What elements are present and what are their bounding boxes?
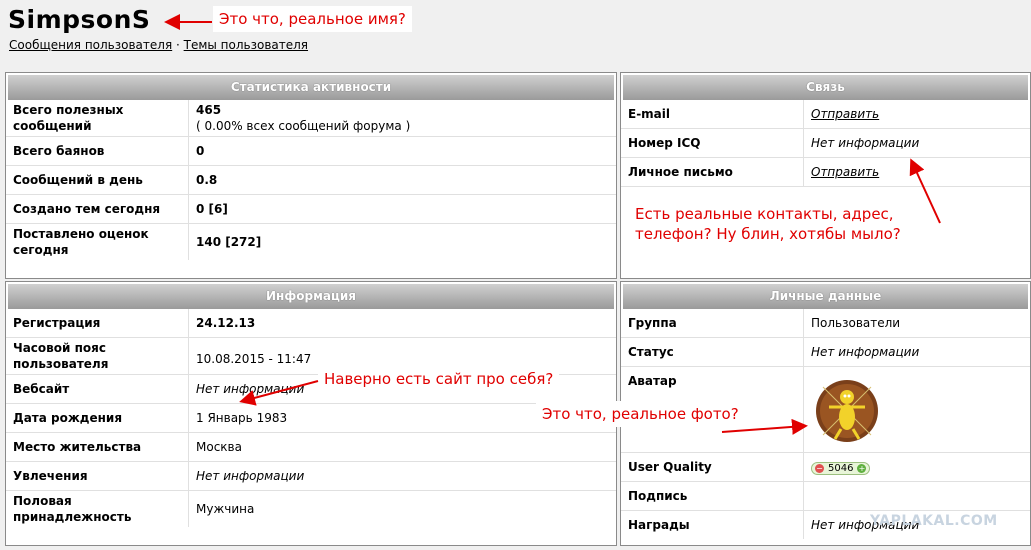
contact-label: Личное письмо (621, 157, 804, 187)
table-row: Подпись (621, 481, 1030, 511)
contact-label: E-mail (621, 100, 804, 129)
table-row: Дата рождения 1 Январь 1983 (6, 403, 616, 433)
table-row: Статус Нет информации (621, 337, 1030, 367)
username-title: SimpsonS (8, 5, 151, 34)
table-row: Номер ICQ Нет информации (621, 128, 1030, 158)
info-label: Дата рождения (6, 403, 189, 433)
personal-value: Нет информации (803, 337, 1030, 367)
table-row: Личное письмо Отправить (621, 157, 1030, 187)
personal-label: Награды (621, 510, 804, 539)
stats-label: Поставлено оценок сегодня (6, 223, 189, 260)
info-label: Половая принадлежность (6, 490, 189, 527)
personal-value: Пользователи (803, 309, 1030, 338)
stats-panel: Статистика активности Всего полезных соо… (5, 72, 617, 279)
table-row: Регистрация 24.12.13 (6, 309, 616, 338)
table-row: Поставлено оценок сегодня 140 [272] (6, 223, 616, 260)
annotation-contacts-text: Есть реальные контакты, адрес, телефон? … (635, 205, 901, 243)
icq-value: Нет информации (803, 128, 1030, 158)
stats-table: Всего полезных сообщений 465 ( 0.00% все… (6, 100, 616, 260)
personal-label: Статус (621, 337, 804, 367)
info-value: Москва (188, 432, 616, 462)
table-row: Группа Пользователи (621, 309, 1030, 338)
watermark: YAPLAKAL.COM (870, 513, 998, 529)
info-value: Мужчина (196, 502, 255, 516)
personal-label: Подпись (621, 481, 804, 511)
minus-icon[interactable]: − (815, 464, 824, 473)
contact-heading: Связь (623, 75, 1028, 100)
personal-label: User Quality (621, 452, 804, 482)
stats-label: Создано тем сегодня (6, 194, 189, 224)
email-send-link[interactable]: Отправить (811, 107, 879, 121)
user-quality-value: 5046 (828, 463, 854, 474)
table-row: E-mail Отправить (621, 100, 1030, 129)
info-heading: Информация (8, 284, 614, 309)
table-row: Всего баянов 0 (6, 136, 616, 166)
stats-heading: Статистика активности (8, 75, 614, 100)
user-topics-link[interactable]: Темы пользователя (184, 38, 308, 52)
pm-send-link[interactable]: Отправить (811, 165, 879, 179)
plus-icon[interactable]: + (857, 464, 867, 473)
contact-label: Номер ICQ (621, 128, 804, 158)
info-label: Часовой пояс пользователя (6, 337, 189, 375)
info-label: Увлечения (6, 461, 189, 491)
info-table: Регистрация 24.12.13 Часовой пояс пользов… (6, 309, 616, 527)
annotation-contacts: Есть реальные контакты, адрес, телефон? … (629, 201, 959, 247)
contact-table: E-mail Отправить Номер ICQ Нет информации … (621, 100, 1030, 187)
table-row: Увлечения Нет информации (6, 461, 616, 491)
links-separator: · (172, 38, 184, 52)
info-panel: Информация Регистрация 24.12.13 Часовой п… (5, 281, 617, 546)
stats-value: 465 ( 0.00% всех сообщений форума ) (188, 100, 616, 137)
info-value: Нет информации (188, 461, 616, 491)
contact-panel: Связь E-mail Отправить Номер ICQ Нет инфор… (620, 72, 1031, 279)
info-label: Вебсайт (6, 374, 189, 404)
user-posts-link[interactable]: Сообщения пользователя (9, 38, 172, 52)
posts-count: 465 (196, 103, 222, 117)
stats-label: Всего полезных сообщений (6, 100, 189, 137)
stats-value: 0.8 (188, 165, 616, 195)
user-quality-badge: − 5046 + (811, 462, 871, 475)
table-row: Место жительства Москва (6, 432, 616, 462)
annotation-site: Наверно есть сайт про себя? (318, 366, 560, 392)
stats-value: 140 [272] (196, 235, 262, 249)
posts-share: ( 0.00% всех сообщений форума ) (196, 119, 411, 133)
table-row: Сообщений в день 0.8 (6, 165, 616, 195)
table-row: User Quality − 5046 + (621, 452, 1030, 482)
avatar (811, 376, 889, 445)
personal-value (803, 481, 1030, 511)
table-row: Половая принадлежность Мужчина (6, 490, 616, 527)
table-row: Создано тем сегодня 0 [6] (6, 194, 616, 224)
user-links: Сообщения пользователя · Темы пользовате… (9, 38, 308, 52)
stats-value: 0 [6] (188, 194, 616, 224)
stats-label: Сообщений в день (6, 165, 189, 195)
info-value: 24.12.13 (188, 309, 616, 338)
stats-label: Всего баянов (6, 136, 189, 166)
stats-value: 0 (188, 136, 616, 166)
annotation-photo: Это что, реальное фото? (536, 401, 745, 427)
personal-label: Группа (621, 309, 804, 338)
annotation-name: Это что, реальное имя? (213, 6, 412, 32)
info-label: Место жительства (6, 432, 189, 462)
info-label: Регистрация (6, 309, 189, 338)
table-row: Всего полезных сообщений 465 ( 0.00% все… (6, 100, 616, 137)
personal-heading: Личные данные (623, 284, 1028, 309)
